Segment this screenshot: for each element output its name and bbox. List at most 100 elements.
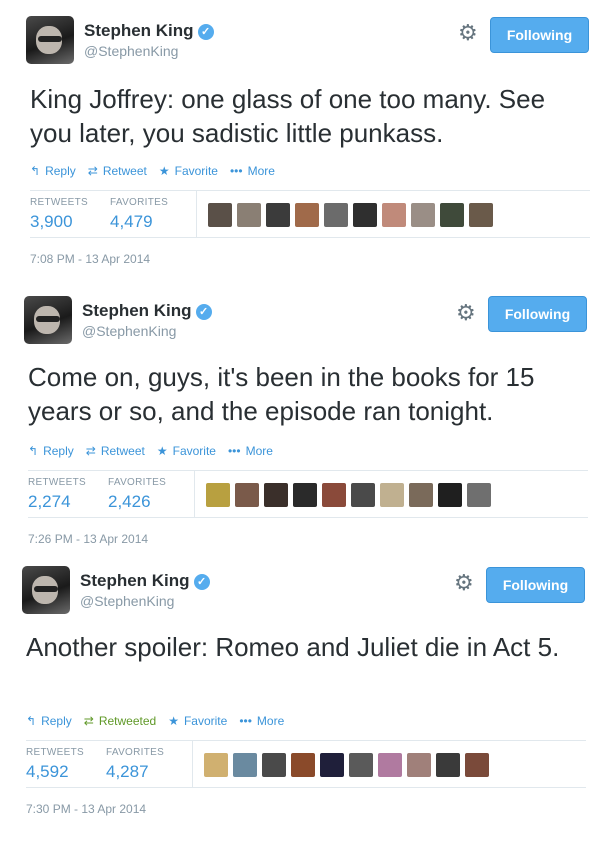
favoriter-avatar[interactable]: [233, 753, 257, 777]
author-name[interactable]: Stephen King: [80, 571, 190, 590]
favoriter-avatar[interactable]: [378, 753, 402, 777]
author-handle[interactable]: @StephenKing: [80, 593, 174, 609]
favoriter-avatars: [204, 753, 489, 777]
more-dots-icon: •••: [239, 714, 252, 728]
avatar[interactable]: [26, 16, 74, 64]
retweets-stat[interactable]: RETWEETS 4,592: [26, 747, 84, 782]
favoriter-avatar[interactable]: [206, 483, 230, 507]
avatar[interactable]: [24, 296, 72, 344]
retweet-icon: ⇄: [83, 714, 94, 728]
stats-divider: [196, 191, 197, 237]
favoriter-avatar[interactable]: [320, 753, 344, 777]
retweeted-button[interactable]: ⇄ Retweeted: [84, 714, 156, 728]
favorites-count[interactable]: 4,479: [110, 212, 168, 232]
favorites-label: FAVORITES: [110, 197, 169, 208]
reply-button[interactable]: ↰ Reply: [28, 444, 74, 458]
following-button[interactable]: Following: [486, 567, 585, 603]
tweet-text: Come on, guys, it's been in the books fo…: [28, 362, 535, 426]
favoriter-avatar[interactable]: [262, 753, 286, 777]
favoriter-avatar[interactable]: [438, 483, 462, 507]
favoriter-avatar[interactable]: [264, 483, 288, 507]
timestamp[interactable]: 7:26 PM - 13 Apr 2014: [28, 532, 148, 546]
retweet-button[interactable]: ⇄ Retweet: [88, 164, 147, 178]
retweets-label: RETWEETS: [28, 477, 86, 488]
retweet-button[interactable]: ⇄ Retweet: [86, 444, 145, 458]
favorites-stat[interactable]: FAVORITES 4,479: [110, 197, 168, 232]
favoriter-avatar[interactable]: [291, 753, 315, 777]
favorites-label: FAVORITES: [106, 747, 165, 758]
favoriter-avatar[interactable]: [465, 753, 489, 777]
favoriter-avatar[interactable]: [411, 203, 435, 227]
favoriter-avatar[interactable]: [440, 203, 464, 227]
favorites-stat[interactable]: FAVORITES 2,426: [108, 477, 166, 512]
favoriter-avatar[interactable]: [353, 203, 377, 227]
favoriter-avatar[interactable]: [469, 203, 493, 227]
more-button[interactable]: ••• More: [228, 444, 273, 458]
gear-icon[interactable]: ⚙: [454, 572, 474, 594]
favoriter-avatars: [206, 483, 491, 507]
author-name-row[interactable]: Stephen King ✓: [84, 21, 214, 41]
timestamp[interactable]: 7:30 PM - 13 Apr 2014: [26, 802, 146, 816]
gear-icon[interactable]: ⚙: [458, 22, 478, 44]
favoriter-avatar[interactable]: [380, 483, 404, 507]
author-handle[interactable]: @StephenKing: [82, 323, 176, 339]
retweet-icon: ⇄: [85, 444, 96, 458]
favorite-button[interactable]: ★ Favorite: [157, 444, 216, 458]
favoriter-avatar[interactable]: [322, 483, 346, 507]
favoriter-avatar[interactable]: [407, 753, 431, 777]
favoriter-avatar[interactable]: [208, 203, 232, 227]
more-button[interactable]: ••• More: [230, 164, 275, 178]
favorite-button[interactable]: ★ Favorite: [168, 714, 227, 728]
gear-icon[interactable]: ⚙: [456, 302, 476, 324]
favoriter-avatar[interactable]: [293, 483, 317, 507]
favoriter-avatar[interactable]: [204, 753, 228, 777]
retweet-label: Retweeted: [98, 714, 157, 728]
favoriter-avatar[interactable]: [467, 483, 491, 507]
favoriter-avatar[interactable]: [349, 753, 373, 777]
favoriter-avatar[interactable]: [324, 203, 348, 227]
tweet-text: King Joffrey: one glass of one too many.…: [30, 84, 546, 148]
favorite-button[interactable]: ★ Favorite: [159, 164, 218, 178]
favoriter-avatar[interactable]: [436, 753, 460, 777]
favorite-label: Favorite: [172, 444, 216, 458]
retweets-count[interactable]: 3,900: [30, 212, 88, 232]
retweet-icon: ⇄: [87, 164, 98, 178]
following-button[interactable]: Following: [490, 17, 589, 53]
favoriter-avatar[interactable]: [351, 483, 375, 507]
favoriter-avatar[interactable]: [266, 203, 290, 227]
retweets-count[interactable]: 4,592: [26, 762, 84, 782]
more-label: More: [245, 444, 273, 458]
retweets-count[interactable]: 2,274: [28, 492, 86, 512]
author-name[interactable]: Stephen King: [84, 21, 194, 40]
avatar[interactable]: [22, 566, 70, 614]
favorites-count[interactable]: 4,287: [106, 762, 164, 782]
more-dots-icon: •••: [227, 444, 241, 458]
reply-button[interactable]: ↰ Reply: [30, 164, 76, 178]
following-button[interactable]: Following: [488, 296, 587, 332]
favorites-stat[interactable]: FAVORITES 4,287: [106, 747, 164, 782]
tweet-stats: RETWEETS 4,592 FAVORITES 4,287: [26, 740, 586, 788]
author-name-row[interactable]: Stephen King ✓: [80, 571, 210, 591]
tweet-card: Stephen King ✓ @StephenKing ⚙ Following A…: [22, 566, 592, 836]
tweet-actions: ↰ Reply ⇄ Retweet ★ Favorite ••• More: [30, 164, 275, 178]
reply-button[interactable]: ↰ Reply: [26, 714, 72, 728]
favoriter-avatar[interactable]: [382, 203, 406, 227]
reply-icon: ↰: [28, 444, 39, 458]
favoriter-avatar[interactable]: [409, 483, 433, 507]
reply-label: Reply: [45, 164, 76, 178]
favoriter-avatars: [208, 203, 493, 227]
timestamp[interactable]: 7:08 PM - 13 Apr 2014: [30, 252, 150, 266]
favoriter-avatar[interactable]: [237, 203, 261, 227]
more-label: More: [247, 164, 275, 178]
favoriter-avatar[interactable]: [295, 203, 319, 227]
favorites-count[interactable]: 2,426: [108, 492, 166, 512]
reply-label: Reply: [41, 714, 72, 728]
author-handle[interactable]: @StephenKing: [84, 43, 178, 59]
retweets-label: RETWEETS: [26, 747, 84, 758]
author-name[interactable]: Stephen King: [82, 301, 192, 320]
favoriter-avatar[interactable]: [235, 483, 259, 507]
retweets-stat[interactable]: RETWEETS 3,900: [30, 197, 88, 232]
retweets-stat[interactable]: RETWEETS 2,274: [28, 477, 86, 512]
author-name-row[interactable]: Stephen King ✓: [82, 301, 212, 321]
more-button[interactable]: ••• More: [239, 714, 284, 728]
